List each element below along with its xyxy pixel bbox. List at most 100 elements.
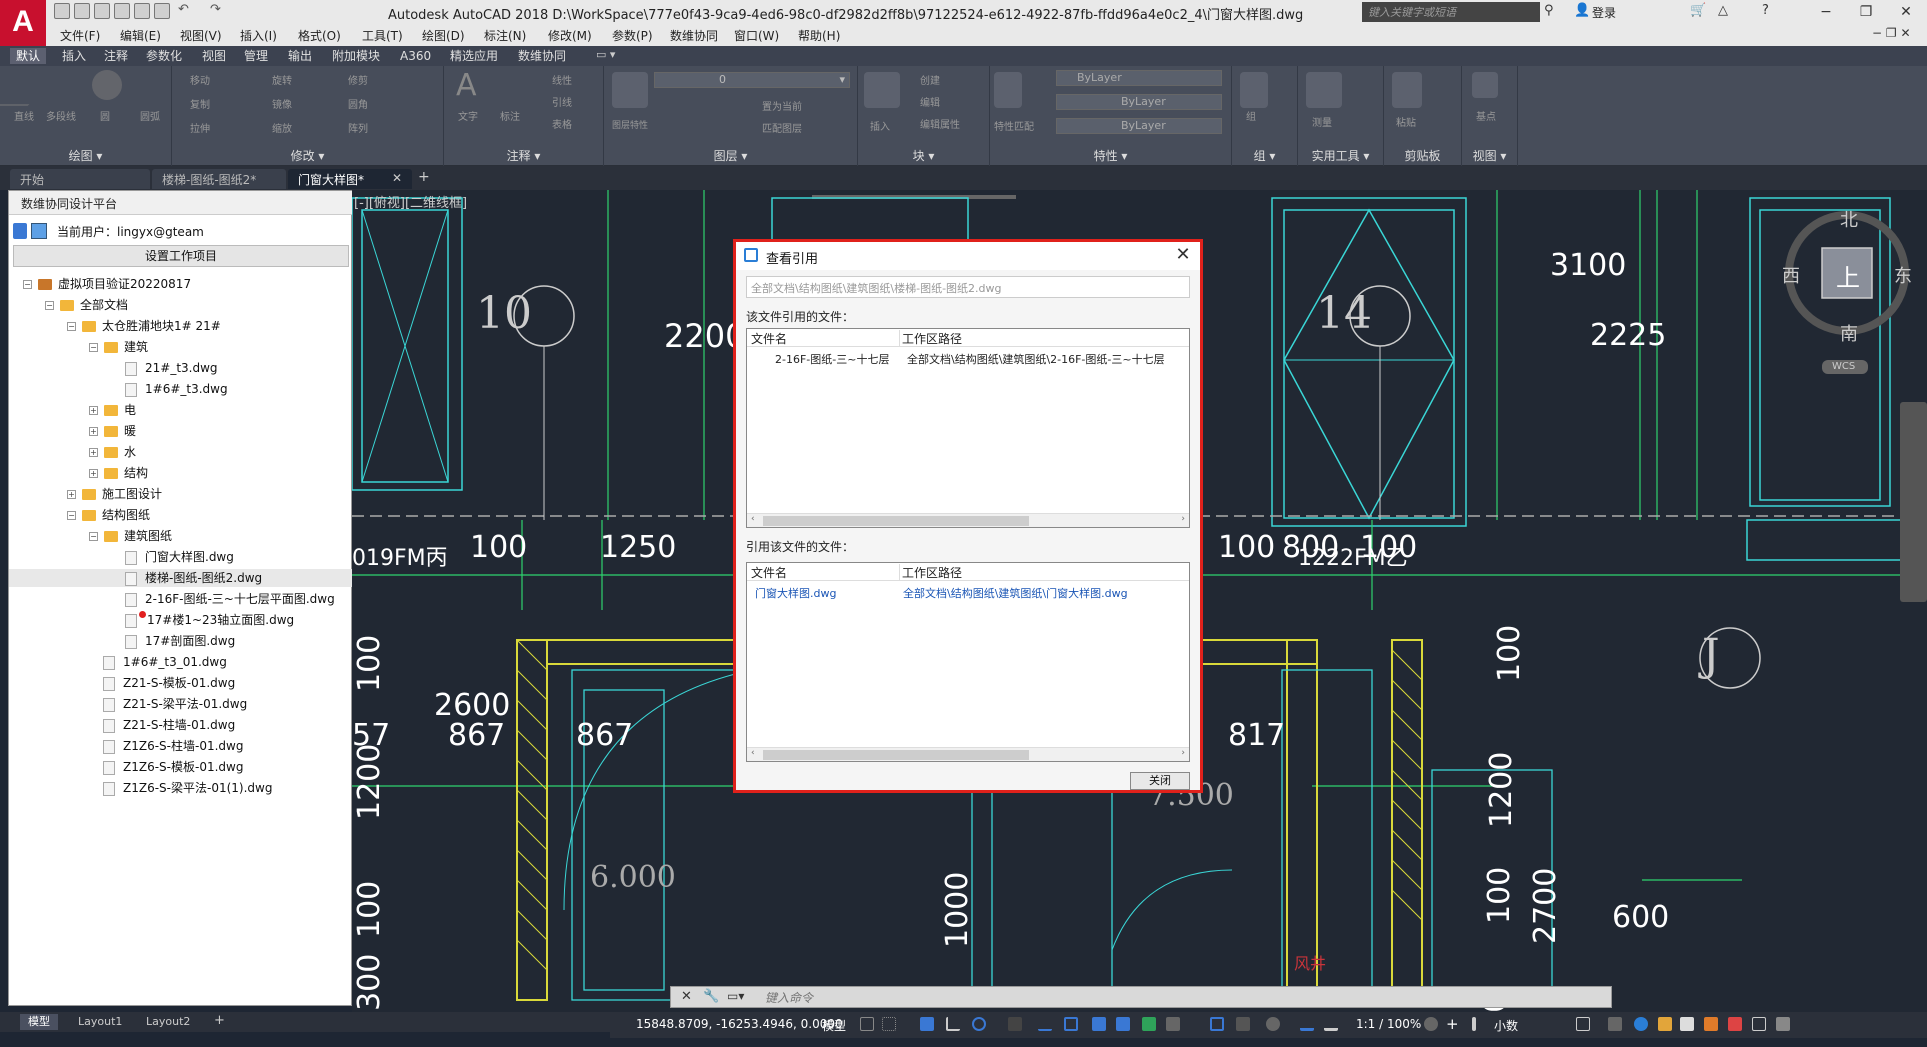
- refs-list[interactable]: 文件名 工作区路径 2-16F-图纸-三~十七层 全部文档\结构图纸\建筑图纸\2…: [746, 328, 1190, 528]
- tree-item[interactable]: Z21-S-梁平法-01.dwg: [9, 695, 353, 713]
- full-screen-icon[interactable]: [1776, 1017, 1790, 1031]
- scale-tool[interactable]: 缩放: [272, 120, 292, 135]
- tab-collab[interactable]: 数维协同: [512, 48, 572, 64]
- list-row[interactable]: 2-16F-图纸-三~十七层 全部文档\结构图纸\建筑图纸\2-16F-图纸-三~…: [747, 349, 1189, 367]
- rotate-tool[interactable]: 旋转: [272, 72, 292, 87]
- refby-scroll-thumb[interactable]: [763, 750, 1029, 760]
- dialog-close-icon[interactable]: ✕: [1172, 244, 1194, 266]
- tree-item[interactable]: 17#楼1~23轴立面图.dwg: [9, 611, 353, 629]
- refs-col-path[interactable]: 工作区路径: [899, 330, 962, 347]
- scroll-left-icon[interactable]: ‹: [751, 748, 755, 758]
- menu-insert[interactable]: 插入(I): [240, 27, 277, 44]
- collapse-icon[interactable]: −: [67, 511, 76, 520]
- undo-icon[interactable]: ↶: [178, 2, 189, 17]
- array-tool[interactable]: 阵列: [348, 120, 368, 135]
- refs-hscrollbar[interactable]: ‹ ›: [747, 513, 1189, 527]
- grid-icon[interactable]: [860, 1017, 874, 1031]
- wcs-label[interactable]: WCS: [1832, 361, 1855, 372]
- selection-cycling-icon[interactable]: [1142, 1017, 1156, 1031]
- tab-output[interactable]: 输出: [282, 48, 318, 64]
- tab-parametric[interactable]: 参数化: [140, 48, 188, 64]
- set-current-layer[interactable]: 置为当前: [762, 98, 802, 113]
- referenced-by-list[interactable]: 文件名 工作区路径 门窗大样图.dwg 全部文档\结构图纸\建筑图纸\门窗大样图.…: [746, 562, 1190, 762]
- menu-edit[interactable]: 编辑(E): [120, 27, 161, 44]
- draw-group-label[interactable]: 绘图 ▾: [0, 147, 171, 164]
- menu-window[interactable]: 窗口(W): [734, 27, 779, 44]
- tab-addins[interactable]: 附加模块: [326, 48, 386, 64]
- lineweight-dropdown[interactable]: ByLayer: [1056, 118, 1222, 134]
- tree-item[interactable]: + 水: [9, 443, 353, 461]
- hardware-accel-icon[interactable]: [1658, 1017, 1672, 1031]
- utilities-group-label[interactable]: 实用工具 ▾: [1298, 147, 1383, 164]
- match-properties-icon[interactable]: [994, 72, 1022, 108]
- collapse-icon[interactable]: −: [45, 301, 54, 310]
- base-view-icon[interactable]: [1472, 72, 1498, 98]
- scroll-right-icon[interactable]: ›: [1181, 514, 1185, 524]
- annotate-group-label[interactable]: 注释 ▾: [444, 147, 603, 164]
- tree-item[interactable]: Z21-S-柱墙-01.dwg: [9, 716, 353, 734]
- snap-icon[interactable]: [882, 1017, 896, 1031]
- osnap-icon[interactable]: [1064, 1017, 1078, 1031]
- view-group-label[interactable]: 视图 ▾: [1462, 147, 1517, 164]
- tree-item[interactable]: − 建筑: [9, 338, 353, 356]
- ortho-icon[interactable]: [946, 1017, 960, 1031]
- close-icon[interactable]: ✕: [1886, 0, 1926, 24]
- tab-a360[interactable]: A360: [394, 48, 437, 64]
- copy-tool[interactable]: 复制: [190, 96, 210, 111]
- layer-properties-icon[interactable]: [612, 72, 648, 108]
- cmd-history-icon[interactable]: ▭▾: [727, 989, 744, 1003]
- 3d-osnap-icon[interactable]: [1166, 1017, 1180, 1031]
- menu-help[interactable]: 帮助(H): [798, 27, 840, 44]
- tree-item[interactable]: 楼梯-图纸-图纸2.dwg: [9, 569, 353, 587]
- tree-item[interactable]: Z1Z6-S-柱墙-01.dwg: [9, 737, 353, 755]
- login-link[interactable]: 登录: [1592, 4, 1616, 21]
- tree-item[interactable]: − 结构图纸: [9, 506, 353, 524]
- setup-project-button[interactable]: 设置工作项目: [13, 245, 349, 267]
- a360-icon[interactable]: △: [1718, 3, 1728, 18]
- lineweight-icon[interactable]: [1092, 1017, 1106, 1031]
- app-menu-button[interactable]: A: [0, 0, 46, 46]
- transparency-icon[interactable]: [1116, 1017, 1130, 1031]
- menu-modify[interactable]: 修改(M): [548, 27, 592, 44]
- expand-icon[interactable]: +: [89, 469, 98, 478]
- menu-parametric[interactable]: 参数(P): [612, 27, 653, 44]
- quick-properties-icon[interactable]: [1576, 1017, 1590, 1031]
- command-input[interactable]: [761, 989, 1601, 1007]
- annotation-scale[interactable]: 1:1 / 100%: [1356, 1017, 1421, 1031]
- tab-annotate[interactable]: 注释: [98, 48, 134, 64]
- minimize-icon[interactable]: −: [1806, 0, 1846, 24]
- model-space-toggle[interactable]: 模型: [822, 1017, 846, 1034]
- units-dropdown[interactable]: 小数: [1494, 1017, 1518, 1034]
- maximize-icon[interactable]: ❐: [1846, 0, 1886, 24]
- viewcube-top[interactable]: 上: [1836, 258, 1860, 293]
- new-tab-icon[interactable]: +: [418, 169, 430, 185]
- add-layout-icon[interactable]: +: [214, 1013, 225, 1028]
- linear-dim-tool[interactable]: 线性: [552, 72, 572, 87]
- list-row[interactable]: 门窗大样图.dwg 全部文档\结构图纸\建筑图纸\门窗大样图.dwg: [747, 583, 1189, 601]
- viewcube-east[interactable]: 东: [1894, 262, 1912, 288]
- leader-tool[interactable]: 引线: [552, 94, 572, 109]
- lock-ui-icon[interactable]: [1608, 1017, 1622, 1031]
- block-group-label[interactable]: 块 ▾: [858, 147, 989, 164]
- new-file-icon[interactable]: [54, 3, 70, 19]
- viewport-label[interactable]: [-][俯视][二维线框]: [354, 192, 467, 211]
- tree-item[interactable]: Z1Z6-S-模板-01.dwg: [9, 758, 353, 776]
- expand-icon[interactable]: +: [67, 490, 76, 499]
- polar-icon[interactable]: [972, 1017, 986, 1031]
- scroll-left-icon[interactable]: ‹: [751, 514, 755, 524]
- tree-item[interactable]: 21#_t3.dwg: [9, 359, 353, 377]
- viewcube-west[interactable]: 西: [1782, 262, 1800, 288]
- menu-tools[interactable]: 工具(T): [362, 27, 403, 44]
- edit-attributes[interactable]: 编辑属性: [920, 116, 960, 131]
- layer-dropdown[interactable]: 0 ▾: [654, 72, 850, 88]
- close-tab-icon[interactable]: ✕: [392, 171, 402, 185]
- tab-layout1[interactable]: Layout1: [70, 1014, 130, 1030]
- isolate-objects-icon[interactable]: [1634, 1017, 1648, 1031]
- measure-icon[interactable]: [1306, 72, 1342, 108]
- object-snap-tracking-icon[interactable]: [1038, 1017, 1052, 1031]
- modify-group-label[interactable]: 修改 ▾: [172, 147, 443, 164]
- scroll-right-icon[interactable]: ›: [1181, 748, 1185, 758]
- tab-manage[interactable]: 管理: [238, 48, 274, 64]
- fillet-tool[interactable]: 圆角: [348, 96, 368, 111]
- move-tool[interactable]: 移动: [190, 72, 210, 87]
